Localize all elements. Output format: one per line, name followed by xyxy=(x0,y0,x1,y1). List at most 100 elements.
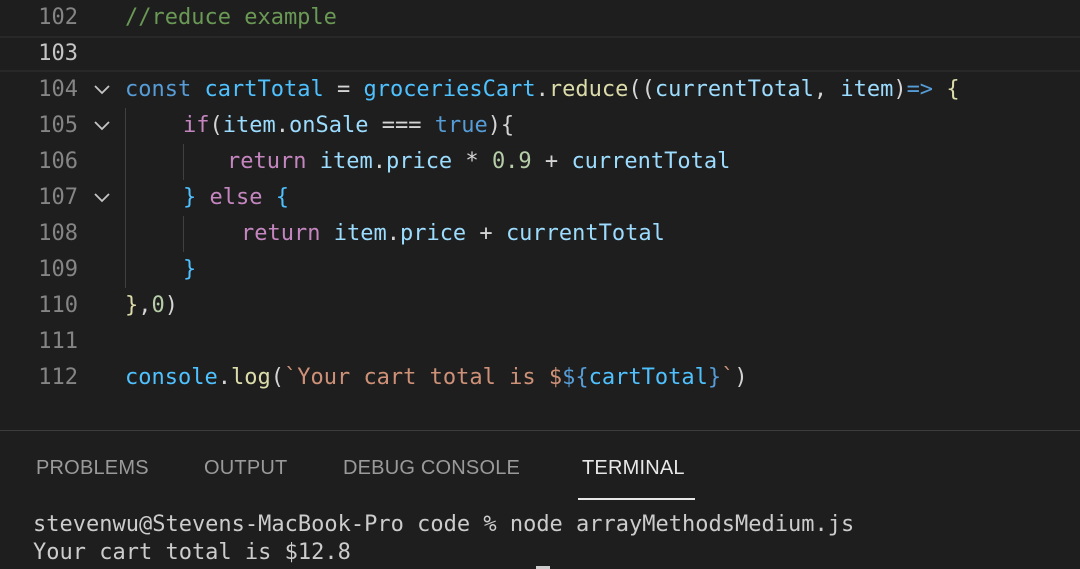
code-token: 0.9 xyxy=(491,149,532,174)
code-text: //reduce example xyxy=(125,0,337,36)
code-line[interactable]: 105 if(item.onSale === true){ xyxy=(0,108,1080,144)
code-token: cartTotal xyxy=(588,365,708,390)
code-token: . xyxy=(372,149,386,174)
code-text: console.log(`Your cart total is $${cartT… xyxy=(125,360,748,396)
code-token: + xyxy=(466,221,506,246)
code-token: if xyxy=(183,113,210,138)
code-token: . xyxy=(386,221,400,246)
code-token: return xyxy=(241,221,334,246)
code-line[interactable]: 102 //reduce example xyxy=(0,0,1080,36)
code-token: = xyxy=(323,77,364,102)
code-line[interactable]: 110 },0) xyxy=(0,288,1080,324)
chevron-down-icon[interactable] xyxy=(90,108,114,144)
code-token: * xyxy=(452,149,492,174)
code-token: `Your cart total is $ xyxy=(283,365,563,390)
code-token: currentTotal xyxy=(654,77,814,102)
indent-guide xyxy=(183,216,184,252)
code-token: } xyxy=(707,365,722,390)
indent-guide xyxy=(183,144,184,180)
tab-problems[interactable]: PROBLEMS xyxy=(36,457,149,480)
code-token: ) xyxy=(164,293,178,318)
code-token: ${ xyxy=(562,365,589,390)
code-token: . xyxy=(217,365,231,390)
code-token: ) xyxy=(893,77,907,102)
code-token: , xyxy=(138,293,152,318)
code-token: price xyxy=(399,221,467,246)
code-text: },0) xyxy=(125,288,178,324)
code-token: . xyxy=(275,113,289,138)
code-editor[interactable]: 102 //reduce example 103 104 const cartTotal… xyxy=(0,0,1080,430)
code-text: } xyxy=(183,252,196,288)
active-tab-indicator xyxy=(578,498,695,500)
code-token: currentTotal xyxy=(505,221,665,246)
code-token: => xyxy=(906,77,934,102)
code-token: ( xyxy=(270,365,284,390)
code-token: . xyxy=(535,77,549,102)
line-number: 109 xyxy=(38,257,78,282)
code-token: const xyxy=(125,77,205,102)
code-token: //reduce example xyxy=(125,5,337,30)
code-line[interactable]: 111 xyxy=(0,324,1080,360)
code-text: return item.price + currentTotal xyxy=(241,216,665,252)
code-token: } xyxy=(183,257,197,282)
code-token: return xyxy=(227,149,320,174)
line-number: 105 xyxy=(38,113,78,138)
code-line[interactable]: 107} else { xyxy=(0,180,1080,216)
line-number: 106 xyxy=(38,149,78,174)
code-token: ` xyxy=(721,365,735,390)
line-number: 110 xyxy=(38,293,78,318)
code-line[interactable]: 106 return item.price * 0.9 + currentTota… xyxy=(0,144,1080,180)
code-token: log xyxy=(230,365,271,390)
code-token: reduce xyxy=(548,77,629,102)
code-token: item xyxy=(333,221,387,246)
tab-terminal[interactable]: TERMINAL xyxy=(582,457,685,480)
panel-tabs: PROBLEMS OUTPUT DEBUG CONSOLE TERMINAL xyxy=(0,431,1080,501)
code-line[interactable]: 108 return item.price + currentTotal xyxy=(0,216,1080,252)
line-number: 102 xyxy=(38,5,78,30)
code-token: else xyxy=(196,185,276,210)
chevron-down-icon[interactable] xyxy=(90,72,114,108)
code-token: currentTotal xyxy=(571,149,731,174)
code-text: } else { xyxy=(183,180,289,216)
indent-guide xyxy=(125,108,126,288)
line-number: 104 xyxy=(38,77,78,102)
code-token: + xyxy=(531,149,572,174)
code-line[interactable]: 103 xyxy=(0,36,1080,72)
code-line[interactable]: 109} xyxy=(0,252,1080,288)
code-token: 0 xyxy=(151,293,165,318)
tab-debug-console[interactable]: DEBUG CONSOLE xyxy=(343,457,520,480)
code-token: === xyxy=(368,113,435,138)
code-token: item xyxy=(840,77,894,102)
line-number: 111 xyxy=(38,329,78,354)
code-token: { xyxy=(946,77,960,102)
code-token: , xyxy=(813,77,841,102)
terminal-output[interactable]: stevenwu@Stevens-MacBook-Pro code % node… xyxy=(33,511,854,567)
code-line[interactable]: 112 console.log(`Your cart total is $${ca… xyxy=(0,360,1080,396)
code-token: ( xyxy=(209,113,223,138)
code-token: cartTotal xyxy=(204,77,324,102)
code-token: true xyxy=(434,113,488,138)
tab-output[interactable]: OUTPUT xyxy=(204,457,287,480)
code-text: if(item.onSale === true){ xyxy=(183,108,514,144)
line-number: 103 xyxy=(38,41,78,66)
terminal-output-line: Your cart total is $12.8 xyxy=(33,540,351,565)
terminal-command-line: stevenwu@Stevens-MacBook-Pro code % node… xyxy=(33,512,855,537)
code-token: console xyxy=(125,365,218,390)
code-token: ){ xyxy=(487,113,515,138)
code-token: } xyxy=(183,185,197,210)
code-line[interactable]: 104 const cartTotal = groceriesCart.reduc… xyxy=(0,72,1080,108)
code-text: const cartTotal = groceriesCart.reduce((… xyxy=(125,72,960,108)
line-number: 107 xyxy=(38,185,78,210)
code-token: price xyxy=(385,149,453,174)
code-token: groceriesCart xyxy=(363,77,536,102)
code-token: item xyxy=(222,113,276,138)
code-token: item xyxy=(319,149,373,174)
code-token: { xyxy=(275,185,289,210)
code-text: return item.price * 0.9 + currentTotal xyxy=(227,144,730,180)
line-number: 112 xyxy=(38,365,78,390)
chevron-down-icon[interactable] xyxy=(90,180,114,216)
code-token: (( xyxy=(628,77,655,102)
code-token: ) xyxy=(734,365,748,390)
bottom-panel: PROBLEMS OUTPUT DEBUG CONSOLE TERMINAL s… xyxy=(0,430,1080,569)
